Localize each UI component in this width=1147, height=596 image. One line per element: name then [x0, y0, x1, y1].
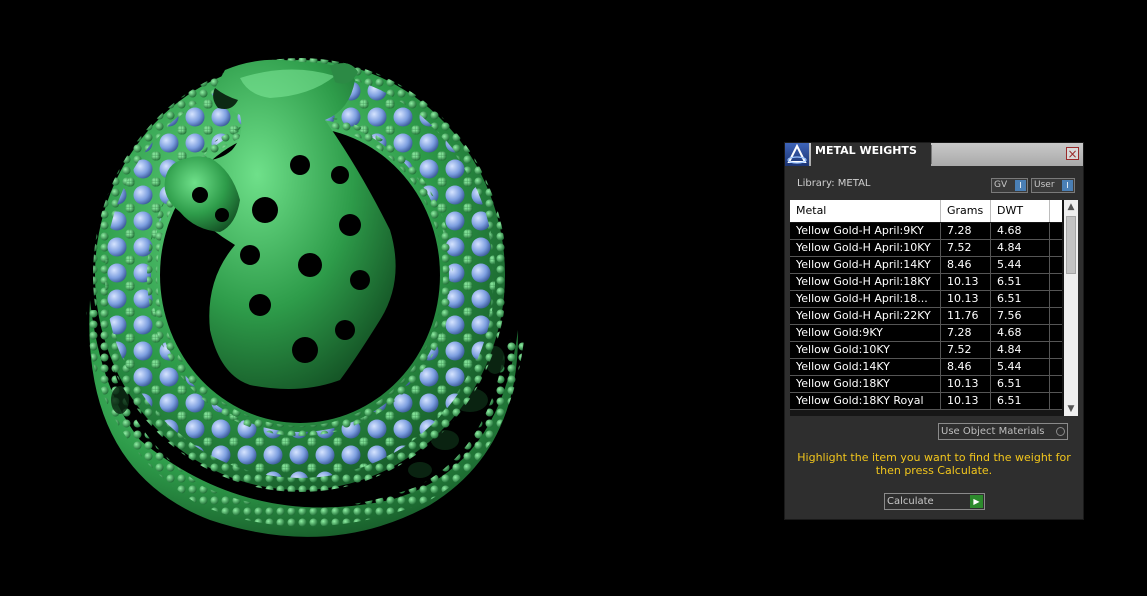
- gv-toggle[interactable]: GV I: [991, 178, 1028, 193]
- metal-cell: Yellow Gold-H April:9KY: [790, 223, 941, 239]
- metal-weights-panel: METAL WEIGHTS × Library: METAL GV I User…: [784, 142, 1084, 520]
- table-row[interactable]: Yellow Gold:18KY 10.13 6.51: [790, 376, 1062, 393]
- dwt-cell: 6.51: [991, 376, 1050, 392]
- radio-icon[interactable]: [1056, 427, 1065, 436]
- user-toggle[interactable]: User I: [1031, 178, 1075, 193]
- user-toggle-label: User: [1034, 180, 1055, 190]
- scroll-thumb[interactable]: [1066, 216, 1076, 274]
- ring-model: [86, 58, 524, 537]
- blank-cell: [1050, 376, 1062, 392]
- table-body: Yellow Gold-H April:9KY 7.28 4.68 Yellow G…: [790, 223, 1062, 410]
- table-row[interactable]: Yellow Gold-H April:22KY 11.76 7.56: [790, 308, 1062, 325]
- dwt-cell: 6.51: [991, 291, 1050, 307]
- grams-cell: 8.46: [941, 359, 991, 375]
- table-row[interactable]: Yellow Gold:14KY 8.46 5.44: [790, 359, 1062, 376]
- blank-cell: [1050, 240, 1062, 256]
- dwt-cell: 4.68: [991, 325, 1050, 341]
- scroll-down-icon[interactable]: ▼: [1064, 402, 1078, 416]
- table-row[interactable]: Yellow Gold-H April:18KY 10.13 6.51: [790, 274, 1062, 291]
- gv-toggle-label: GV: [994, 180, 1008, 190]
- metal-cell: Yellow Gold:10KY: [790, 342, 941, 358]
- dwt-cell: 4.84: [991, 342, 1050, 358]
- metal-table: Metal Grams DWT Yellow Gold-H April:9KY 7…: [790, 200, 1078, 416]
- grams-cell: 10.13: [941, 393, 991, 409]
- dwt-cell: 5.44: [991, 359, 1050, 375]
- blank-cell: [1050, 223, 1062, 239]
- dwt-cell: 4.68: [991, 223, 1050, 239]
- blank-cell: [1050, 291, 1062, 307]
- blank-cell: [1050, 393, 1062, 409]
- table-row[interactable]: Yellow Gold:10KY 7.52 4.84: [790, 342, 1062, 359]
- app-logo-icon: [785, 143, 809, 166]
- grams-cell: 10.13: [941, 291, 991, 307]
- table-row[interactable]: Yellow Gold:18KY Royal 10.13 6.51: [790, 393, 1062, 410]
- metal-cell: Yellow Gold-H April:22KY: [790, 308, 941, 324]
- blank-cell: [1050, 359, 1062, 375]
- column-header-grams[interactable]: Grams: [941, 200, 991, 222]
- table-row[interactable]: Yellow Gold-H April:18... 10.13 6.51: [790, 291, 1062, 308]
- panel-titlebar[interactable]: METAL WEIGHTS ×: [785, 143, 1083, 166]
- dwt-cell: 5.44: [991, 257, 1050, 273]
- metal-cell: Yellow Gold-H April:10KY: [790, 240, 941, 256]
- metal-cell: Yellow Gold:14KY: [790, 359, 941, 375]
- table-row[interactable]: Yellow Gold-H April:14KY 8.46 5.44: [790, 257, 1062, 274]
- calculate-label: Calculate: [887, 496, 934, 507]
- blank-cell: [1050, 257, 1062, 273]
- grams-cell: 10.13: [941, 376, 991, 392]
- play-arrow-icon: ▶: [970, 495, 983, 508]
- table-row[interactable]: Yellow Gold-H April:10KY 7.52 4.84: [790, 240, 1062, 257]
- library-label: Library: METAL: [797, 178, 871, 189]
- table-header: Metal Grams DWT: [790, 200, 1062, 222]
- dwt-cell: 6.51: [991, 274, 1050, 290]
- panel-title: METAL WEIGHTS: [811, 143, 931, 166]
- metal-cell: Yellow Gold-H April:18...: [790, 291, 941, 307]
- metal-cell: Yellow Gold:9KY: [790, 325, 941, 341]
- grams-cell: 8.46: [941, 257, 991, 273]
- metal-cell: Yellow Gold-H April:14KY: [790, 257, 941, 273]
- blank-cell: [1050, 274, 1062, 290]
- use-object-materials-label: Use Object Materials: [941, 426, 1045, 437]
- column-header-dwt[interactable]: DWT: [991, 200, 1050, 222]
- user-toggle-knob: I: [1062, 180, 1073, 191]
- calculate-button[interactable]: Calculate ▶: [884, 493, 985, 510]
- table-row[interactable]: Yellow Gold-H April:9KY 7.28 4.68: [790, 223, 1062, 240]
- dwt-cell: 6.51: [991, 393, 1050, 409]
- grams-cell: 7.28: [941, 223, 991, 239]
- grams-cell: 7.52: [941, 342, 991, 358]
- grams-cell: 7.28: [941, 325, 991, 341]
- grams-cell: 7.52: [941, 240, 991, 256]
- gv-toggle-knob: I: [1015, 180, 1026, 191]
- grams-cell: 11.76: [941, 308, 991, 324]
- scroll-up-icon[interactable]: ▲: [1064, 200, 1078, 214]
- table-scrollbar[interactable]: ▲ ▼: [1064, 200, 1078, 416]
- use-object-materials-option[interactable]: Use Object Materials: [938, 423, 1068, 440]
- titlebar-divider: [931, 145, 932, 164]
- table-row[interactable]: Yellow Gold:9KY 7.28 4.68: [790, 325, 1062, 342]
- blank-cell: [1050, 308, 1062, 324]
- grams-cell: 10.13: [941, 274, 991, 290]
- metal-cell: Yellow Gold-H April:18KY: [790, 274, 941, 290]
- blank-cell: [1050, 325, 1062, 341]
- metal-cell: Yellow Gold:18KY: [790, 376, 941, 392]
- column-header-metal[interactable]: Metal: [790, 200, 941, 222]
- dwt-cell: 7.56: [991, 308, 1050, 324]
- instruction-text: Highlight the item you want to find the …: [797, 451, 1071, 477]
- close-button[interactable]: ×: [1066, 147, 1079, 160]
- dwt-cell: 4.84: [991, 240, 1050, 256]
- metal-cell: Yellow Gold:18KY Royal: [790, 393, 941, 409]
- blank-cell: [1050, 342, 1062, 358]
